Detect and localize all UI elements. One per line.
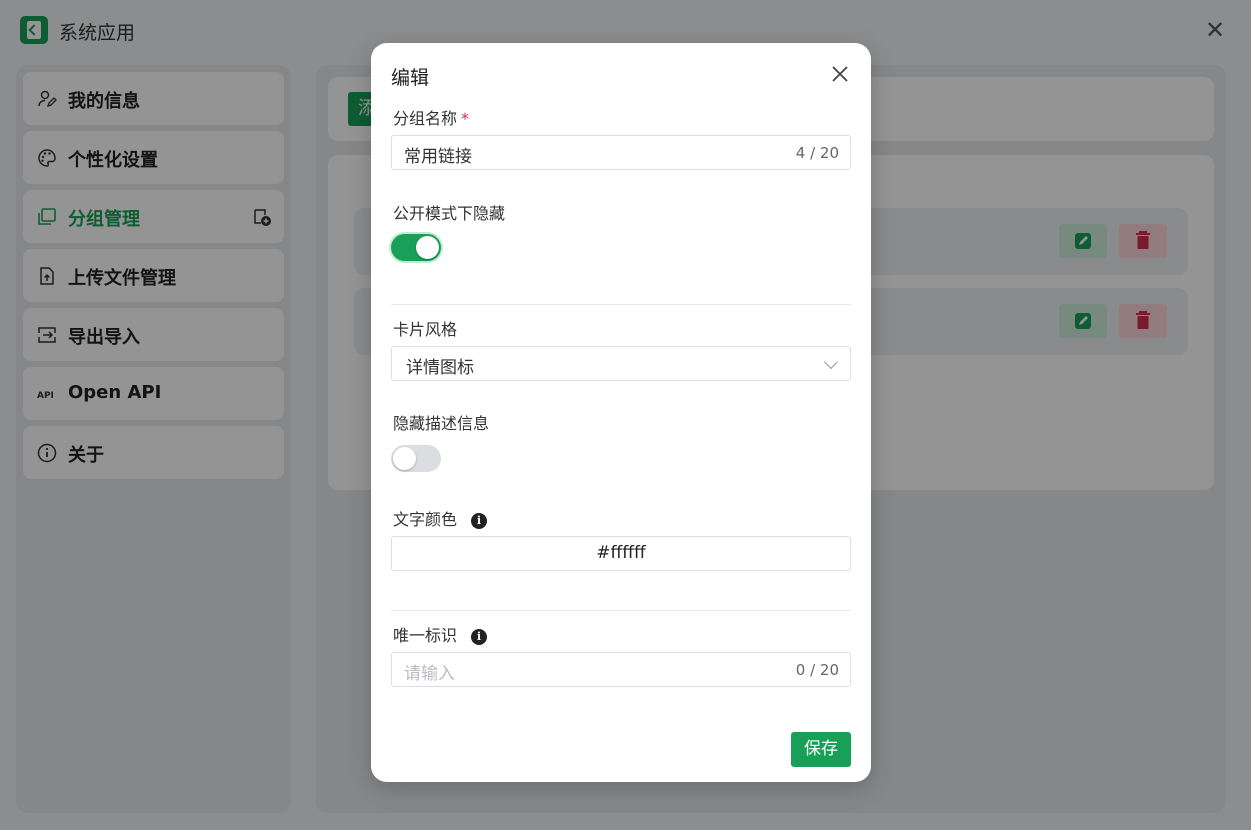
edit-modal: 编辑 分组名称 * 常用链接 4 / 20 公开模式下隐藏 卡片风格 详情图标 隐… <box>371 43 871 782</box>
group-name-label: 分组名称 * <box>393 109 470 128</box>
divider <box>391 304 851 305</box>
info-icon: i <box>471 629 488 645</box>
public-hide-label: 公开模式下隐藏 <box>393 204 506 223</box>
hide-desc-toggle[interactable] <box>391 445 441 472</box>
card-style-label: 卡片风格 <box>393 320 458 339</box>
close-icon[interactable] <box>828 62 852 86</box>
hide-desc-label: 隐藏描述信息 <box>393 414 490 433</box>
card-style-select[interactable]: 详情图标 <box>391 346 851 381</box>
text-color-label: 文字颜色 i <box>393 506 488 530</box>
divider <box>391 610 851 611</box>
save-button[interactable]: 保存 <box>791 732 851 767</box>
group-name-input[interactable]: 常用链接 4 / 20 <box>391 135 851 170</box>
group-name-value: 常用链接 <box>404 147 472 167</box>
public-hide-toggle[interactable] <box>391 234 441 261</box>
group-name-count: 4 / 20 <box>795 144 839 162</box>
unique-id-label: 唯一标识 i <box>393 622 488 646</box>
modal-title: 编辑 <box>391 67 430 89</box>
unique-id-count: 0 / 20 <box>795 661 839 679</box>
chevron-down-icon <box>823 354 839 370</box>
card-style-value: 详情图标 <box>406 358 474 378</box>
required-mark: * <box>461 109 470 128</box>
unique-id-placeholder: 请输入 <box>404 664 455 684</box>
unique-id-input[interactable]: 请输入 0 / 20 <box>391 652 851 687</box>
text-color-value: #ffffff <box>596 543 646 563</box>
text-color-input[interactable]: #ffffff <box>391 536 851 571</box>
info-icon: i <box>471 513 488 529</box>
